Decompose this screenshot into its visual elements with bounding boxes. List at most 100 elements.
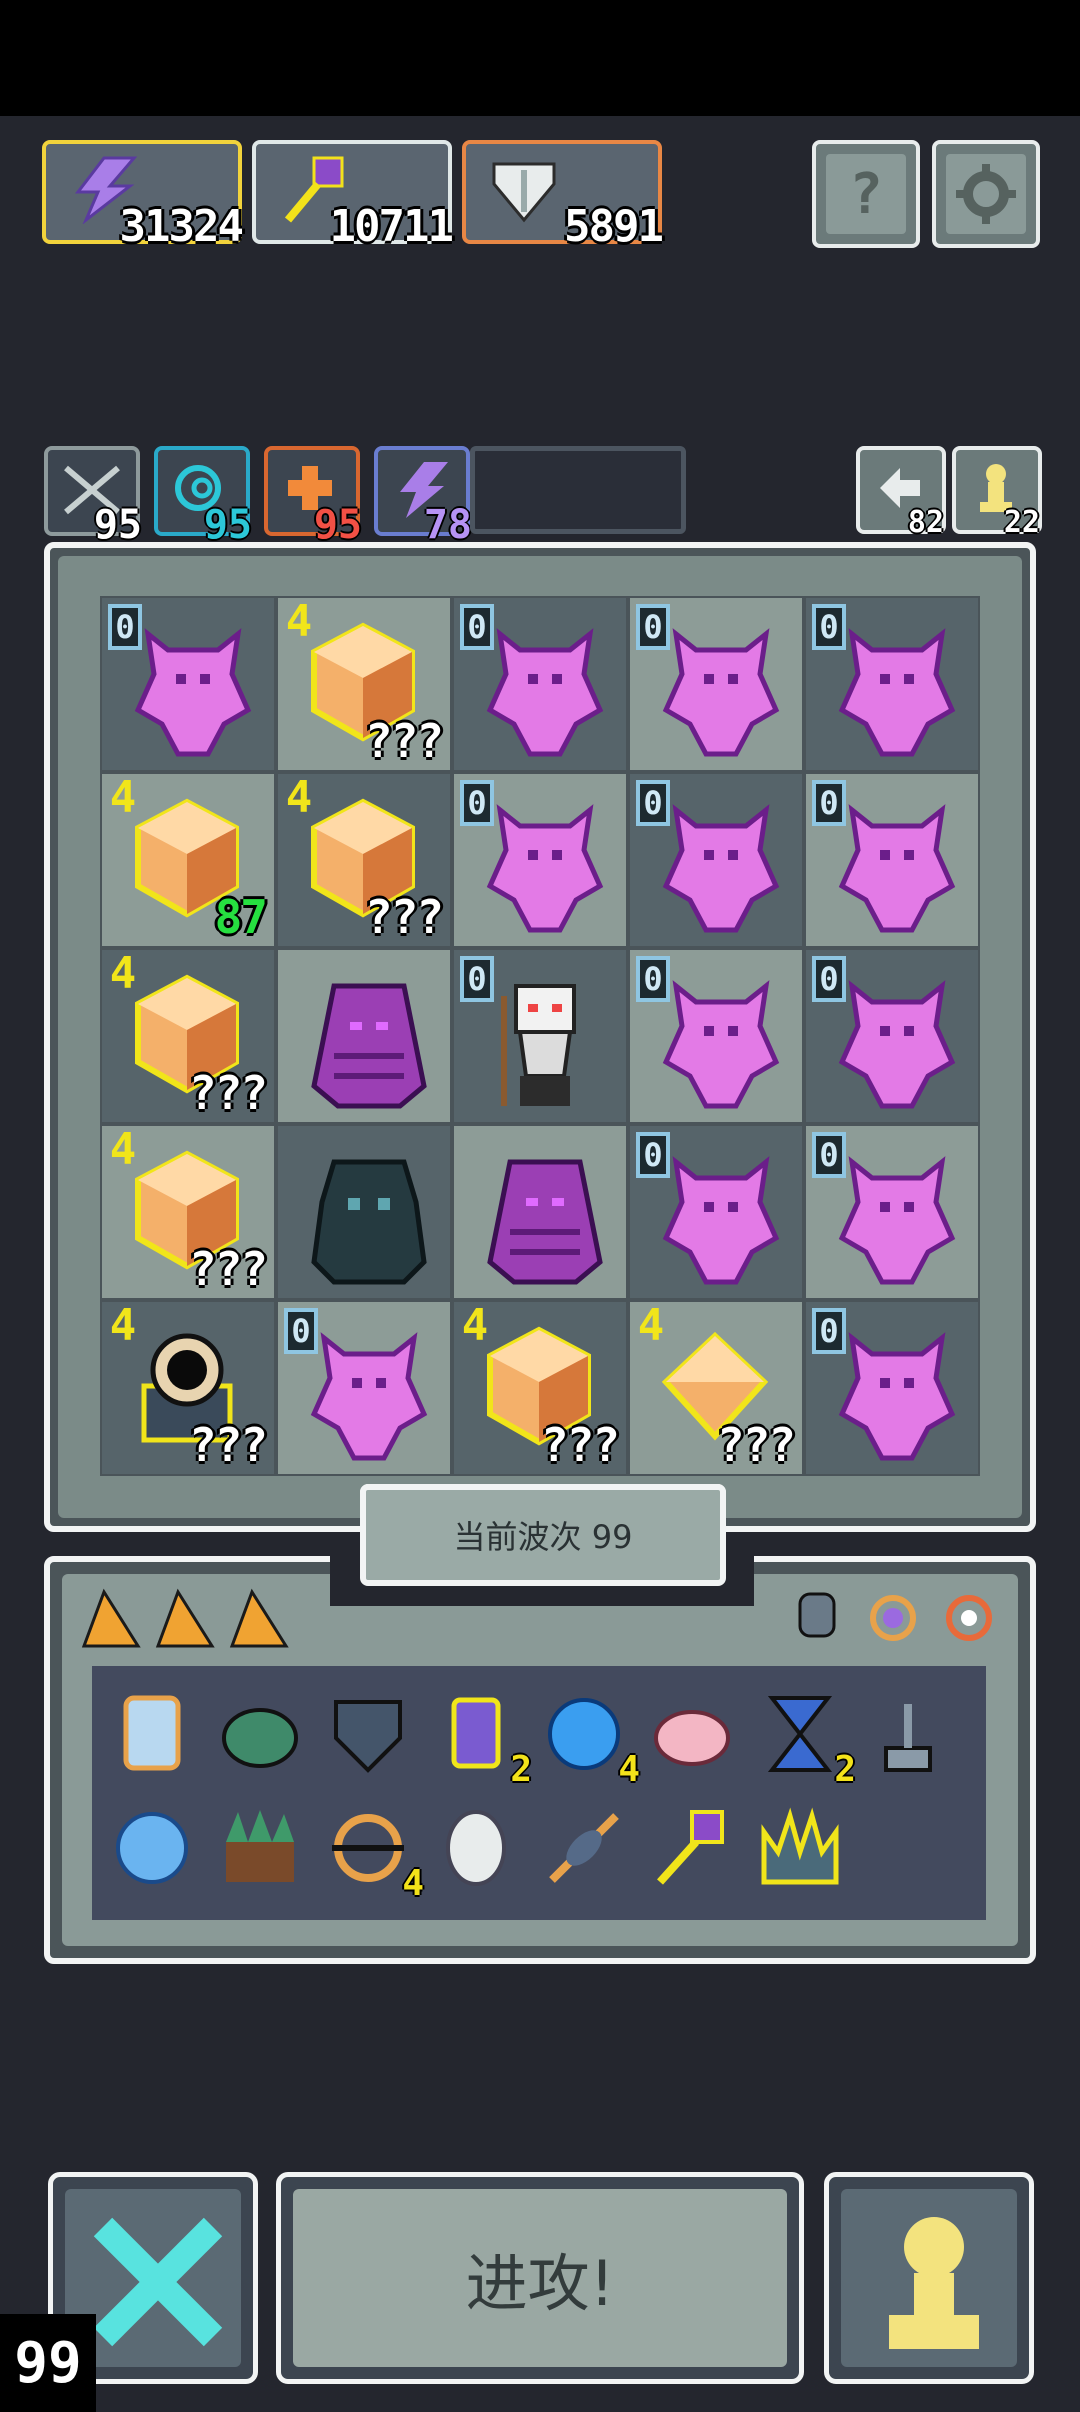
shield-resource-value: 5891	[564, 201, 664, 252]
unit-count: ???	[364, 890, 444, 944]
unit-count: 87	[214, 890, 268, 944]
pawn-counter-value: 22	[1003, 505, 1040, 540]
inventory-item[interactable]	[106, 1802, 198, 1894]
vortex-stat[interactable]: 95	[154, 446, 252, 548]
wave-indicator-base: 当前波次 99	[360, 1484, 726, 1586]
pink-demon-icon	[838, 1332, 956, 1461]
lever-icon	[884, 1704, 932, 1772]
board-cell[interactable]: 0	[452, 596, 628, 772]
unit-level-badge: 4	[285, 771, 313, 823]
unit-count: ???	[540, 1418, 620, 1472]
unit-level-badge: 0	[812, 604, 846, 650]
heal-stat[interactable]: 95	[264, 446, 362, 548]
status-bar	[0, 0, 1080, 116]
lightning-resource-value: 31324	[119, 201, 244, 252]
piggy-bank-icon	[654, 1710, 730, 1766]
pink-demon-icon	[486, 628, 604, 757]
staff-resource[interactable]: 10711	[252, 140, 454, 252]
board-cell[interactable]: 0	[628, 948, 804, 1124]
board-cell[interactable]: 4???	[276, 772, 452, 948]
inventory-item[interactable]	[646, 1688, 738, 1780]
lightning-resource[interactable]: 31324	[42, 140, 244, 252]
sword-stat[interactable]: 95	[44, 446, 142, 548]
inventory-item[interactable]	[538, 1802, 630, 1894]
inventory-item[interactable]	[322, 1688, 414, 1780]
board-cell[interactable]: 4???	[100, 1300, 276, 1476]
inventory-item[interactable]: 2	[430, 1688, 532, 1790]
lightning-stat[interactable]: 78	[374, 446, 472, 548]
swap-counter[interactable]: 82	[856, 446, 946, 540]
board-cell[interactable]: 0	[276, 1300, 452, 1476]
unit-count: ???	[188, 1418, 268, 1472]
board-cell[interactable]: 4???	[100, 948, 276, 1124]
inventory-item[interactable]	[106, 1688, 198, 1780]
unit-count: ???	[188, 1242, 268, 1296]
inventory-item[interactable]	[214, 1688, 306, 1780]
item-count: 2	[834, 1749, 856, 1790]
board-cell[interactable]: 0	[804, 596, 980, 772]
shield-icon	[334, 1700, 402, 1773]
board-cell[interactable]: 0	[628, 772, 804, 948]
purple-hooded-demon-icon	[487, 1159, 603, 1285]
inventory-item[interactable]	[754, 1802, 846, 1894]
board-cell[interactable]: 0	[452, 948, 628, 1124]
board-cell[interactable]: 4???	[452, 1300, 628, 1476]
staff-resource-value: 10711	[329, 201, 454, 252]
board-cell[interactable]: 0	[804, 948, 980, 1124]
unit-level-badge: 4	[461, 1299, 489, 1351]
pink-demon-icon	[662, 804, 780, 933]
unit-level-badge: 0	[812, 1132, 846, 1178]
wedge-icon[interactable]	[228, 1588, 290, 1650]
pawn-button[interactable]	[824, 2172, 1034, 2384]
board-cell[interactable]: 0	[452, 772, 628, 948]
inventory-item[interactable]	[214, 1802, 306, 1894]
inventory-item[interactable]	[862, 1688, 954, 1780]
unit-level-badge: 0	[636, 604, 670, 650]
ring-icon[interactable]	[938, 1584, 1000, 1646]
board-cell[interactable]: 4???	[100, 1124, 276, 1300]
help-button[interactable]: ?	[812, 140, 920, 248]
board-cell[interactable]	[276, 948, 452, 1124]
board-cell[interactable]: 4???	[276, 596, 452, 772]
board-cell[interactable]: 0	[100, 596, 276, 772]
inventory-item[interactable]	[646, 1802, 738, 1894]
board-cell[interactable]: 4???	[628, 1300, 804, 1476]
pink-demon-icon	[838, 628, 956, 757]
shield-resource[interactable]: 5891	[462, 140, 664, 252]
wedge-icon[interactable]	[154, 1588, 216, 1650]
pink-demon-icon	[662, 980, 780, 1109]
pawn-counter[interactable]: 22	[952, 446, 1042, 540]
inventory-item[interactable]: 4	[322, 1802, 424, 1904]
board-cell[interactable]: 0	[804, 1124, 980, 1300]
equipment-slots	[786, 1584, 1016, 1654]
unit-level-badge: 0	[812, 956, 846, 1002]
board-cell[interactable]: 4 87	[100, 772, 276, 948]
inventory-item[interactable]: 2	[754, 1688, 856, 1790]
board-cell[interactable]	[452, 1124, 628, 1300]
turtle-shell-icon	[222, 1708, 298, 1768]
item-count: 4	[402, 1863, 424, 1904]
inventory-item[interactable]: 4	[538, 1688, 640, 1790]
attack-label: 进攻!	[465, 2247, 615, 2320]
gear-icon	[956, 164, 1016, 224]
inventory-item[interactable]	[430, 1802, 522, 1894]
armor-icon[interactable]	[786, 1584, 848, 1646]
board-cell[interactable]: 0	[804, 772, 980, 948]
close-icon	[93, 2217, 223, 2347]
level-corner-badge: 99	[0, 2314, 96, 2412]
unit-level-badge: 0	[108, 604, 142, 650]
board-cell[interactable]: 0	[628, 1124, 804, 1300]
unit-level-badge: 0	[636, 956, 670, 1002]
unit-level-badge: 4	[109, 947, 137, 999]
settings-button[interactable]	[932, 140, 1040, 248]
wedge-icon[interactable]	[80, 1588, 142, 1650]
blue-bubble-icon	[116, 1812, 188, 1884]
wave-label-display: 当前波次 99	[453, 1518, 633, 1556]
unit-level-badge: 4	[109, 1299, 137, 1351]
amulet-icon[interactable]	[862, 1584, 924, 1646]
pawn-icon	[889, 2217, 979, 2349]
attack-button[interactable]: 进攻!	[276, 2172, 804, 2384]
board-cell[interactable]: 0	[628, 596, 804, 772]
board-cell[interactable]	[276, 1124, 452, 1300]
board-cell[interactable]: 0	[804, 1300, 980, 1476]
